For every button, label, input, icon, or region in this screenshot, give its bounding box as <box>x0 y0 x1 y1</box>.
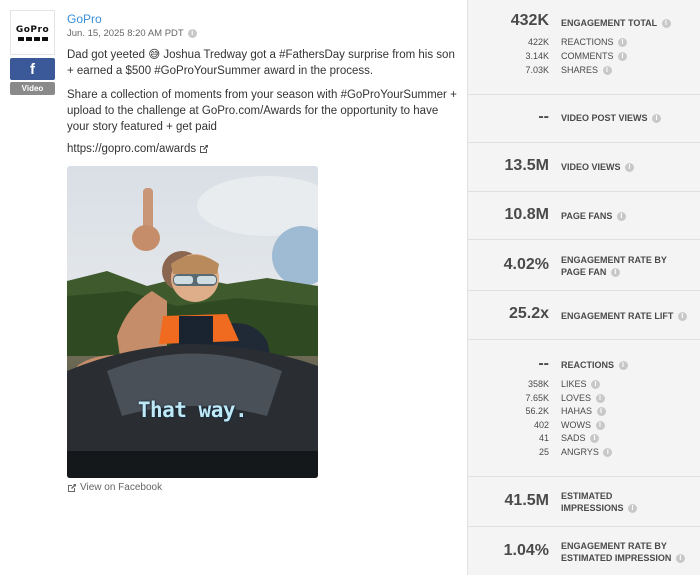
gopro-logo: GoPro <box>15 24 50 35</box>
stat-value: -- <box>538 108 549 125</box>
video-caption: That way. <box>137 398 248 422</box>
info-icon[interactable]: i <box>675 554 685 564</box>
info-icon[interactable]: i <box>616 212 626 222</box>
external-link-icon <box>68 483 76 492</box>
stat-label: Engagement Rate Lift i <box>561 310 687 322</box>
post-type-badge: Video <box>10 82 55 95</box>
stat-label: Estimated Impressions i <box>561 490 638 514</box>
author-link[interactable]: GoPro <box>67 12 102 26</box>
post-link[interactable]: https://gopro.com/awards <box>67 143 209 155</box>
stat-value: -- <box>538 355 549 372</box>
stat-page-fans: 10.8M Page Fans i <box>468 192 700 240</box>
info-icon[interactable]: i <box>661 19 671 29</box>
stat-reactions-value: 422K <box>527 37 549 47</box>
info-icon[interactable]: i <box>652 114 662 124</box>
stat-comments-label: Comments i <box>561 51 628 62</box>
info-icon[interactable]: i <box>590 434 600 444</box>
info-icon[interactable]: i <box>677 312 687 322</box>
info-icon[interactable]: i <box>602 66 612 76</box>
stat-label: Engagement Total i <box>561 17 671 29</box>
stat-video-post-views: -- Video Post Views i <box>468 95 700 143</box>
stat-value: 25.2x <box>508 305 549 322</box>
facebook-icon: f <box>10 58 55 80</box>
video-thumbnail[interactable]: That way. <box>67 166 318 478</box>
info-icon[interactable]: i <box>595 394 605 404</box>
stat-video-views: 13.5M Video Views i <box>468 143 700 192</box>
stat-angrys-value: 25 <box>538 447 549 457</box>
stat-label: Video Post Views i <box>561 112 662 124</box>
info-icon[interactable]: i <box>591 380 601 390</box>
stat-label: Reactions i <box>561 359 628 371</box>
info-icon[interactable]: i <box>610 268 620 278</box>
page-avatar[interactable]: GoPro <box>10 10 55 55</box>
info-icon[interactable]: i <box>618 52 628 62</box>
stat-value: 4.02% <box>503 256 549 273</box>
stat-likes-label: Likes i <box>561 379 601 390</box>
stat-shares-value: 7.03K <box>525 65 549 75</box>
stat-loves-value: 7.65K <box>525 393 549 403</box>
stat-label: Page Fans i <box>561 210 626 222</box>
stat-value: 41.5M <box>504 492 549 509</box>
post-timestamp: Jun. 15, 2025 8:20 AM PDT <box>67 28 184 39</box>
stat-shares-label: Shares i <box>561 65 612 76</box>
post-card: GoPro f Video GoPro Jun. 15, 2025 8:20 A… <box>0 0 467 575</box>
stat-wows-value: 402 <box>533 420 549 430</box>
view-on-facebook-text[interactable]: View on Facebook <box>80 482 162 493</box>
info-icon[interactable]: i <box>618 361 628 371</box>
stat-reactions-label: Reactions i <box>561 37 628 48</box>
stat-wows-label: Wows i <box>561 420 605 431</box>
stat-estimated-impressions: 41.5M Estimated Impressions i <box>468 477 700 527</box>
stat-value: 1.04% <box>503 542 549 559</box>
stat-sads-label: Sads i <box>561 433 600 444</box>
stat-likes-value: 358K <box>527 379 549 389</box>
stat-label: Video Views i <box>561 161 635 173</box>
stat-loves-label: Loves i <box>561 393 605 404</box>
stat-engagement-total: 432K Engagement Total i 422K Reactions i… <box>468 0 700 95</box>
info-icon[interactable]: i <box>625 163 635 173</box>
info-icon[interactable]: i <box>628 504 638 514</box>
post-message-paragraph-2: Share a collection of moments from your … <box>67 89 457 133</box>
post-message-paragraph-1: Dad got yeeted 😅 Joshua Tredway got a #F… <box>67 49 455 77</box>
stat-label: Engagement Rate by Estimated Impression … <box>561 540 685 564</box>
stat-hahas-value: 56.2K <box>525 406 549 416</box>
video-frame <box>67 166 318 478</box>
stat-angrys-label: Angrys i <box>561 447 613 458</box>
post-link-text[interactable]: https://gopro.com/awards <box>67 143 196 155</box>
stat-engagement-rate-page-fan: 4.02% Engagement Rate by Page Fan i <box>468 240 700 291</box>
stat-sads-value: 41 <box>538 433 549 443</box>
info-icon[interactable]: i <box>603 448 613 458</box>
stat-label: Engagement Rate by Page Fan i <box>561 255 667 278</box>
info-icon[interactable]: i <box>596 407 606 417</box>
info-icon[interactable]: i <box>187 29 197 38</box>
stat-hahas-label: Hahas i <box>561 406 606 417</box>
post-meta: Jun. 15, 2025 8:20 AM PDT i <box>67 28 197 39</box>
info-icon[interactable]: i <box>595 421 605 431</box>
stat-value: 13.5M <box>504 157 549 174</box>
stat-reactions: -- Reactions i 358K Likes i 7.65K Loves … <box>468 340 700 477</box>
stats-panel: 432K Engagement Total i 422K Reactions i… <box>467 0 700 575</box>
stat-engagement-rate-impression: 1.04% Engagement Rate by Estimated Impre… <box>468 527 700 575</box>
stat-value: 10.8M <box>504 206 549 223</box>
info-icon[interactable]: i <box>618 38 628 48</box>
view-on-facebook-link[interactable]: View on Facebook <box>67 482 162 493</box>
stat-value: 432K <box>510 12 549 29</box>
stat-engagement-rate-lift: 25.2x Engagement Rate Lift i <box>468 291 700 340</box>
external-link-icon <box>200 145 209 153</box>
stat-comments-value: 3.14K <box>525 51 549 61</box>
